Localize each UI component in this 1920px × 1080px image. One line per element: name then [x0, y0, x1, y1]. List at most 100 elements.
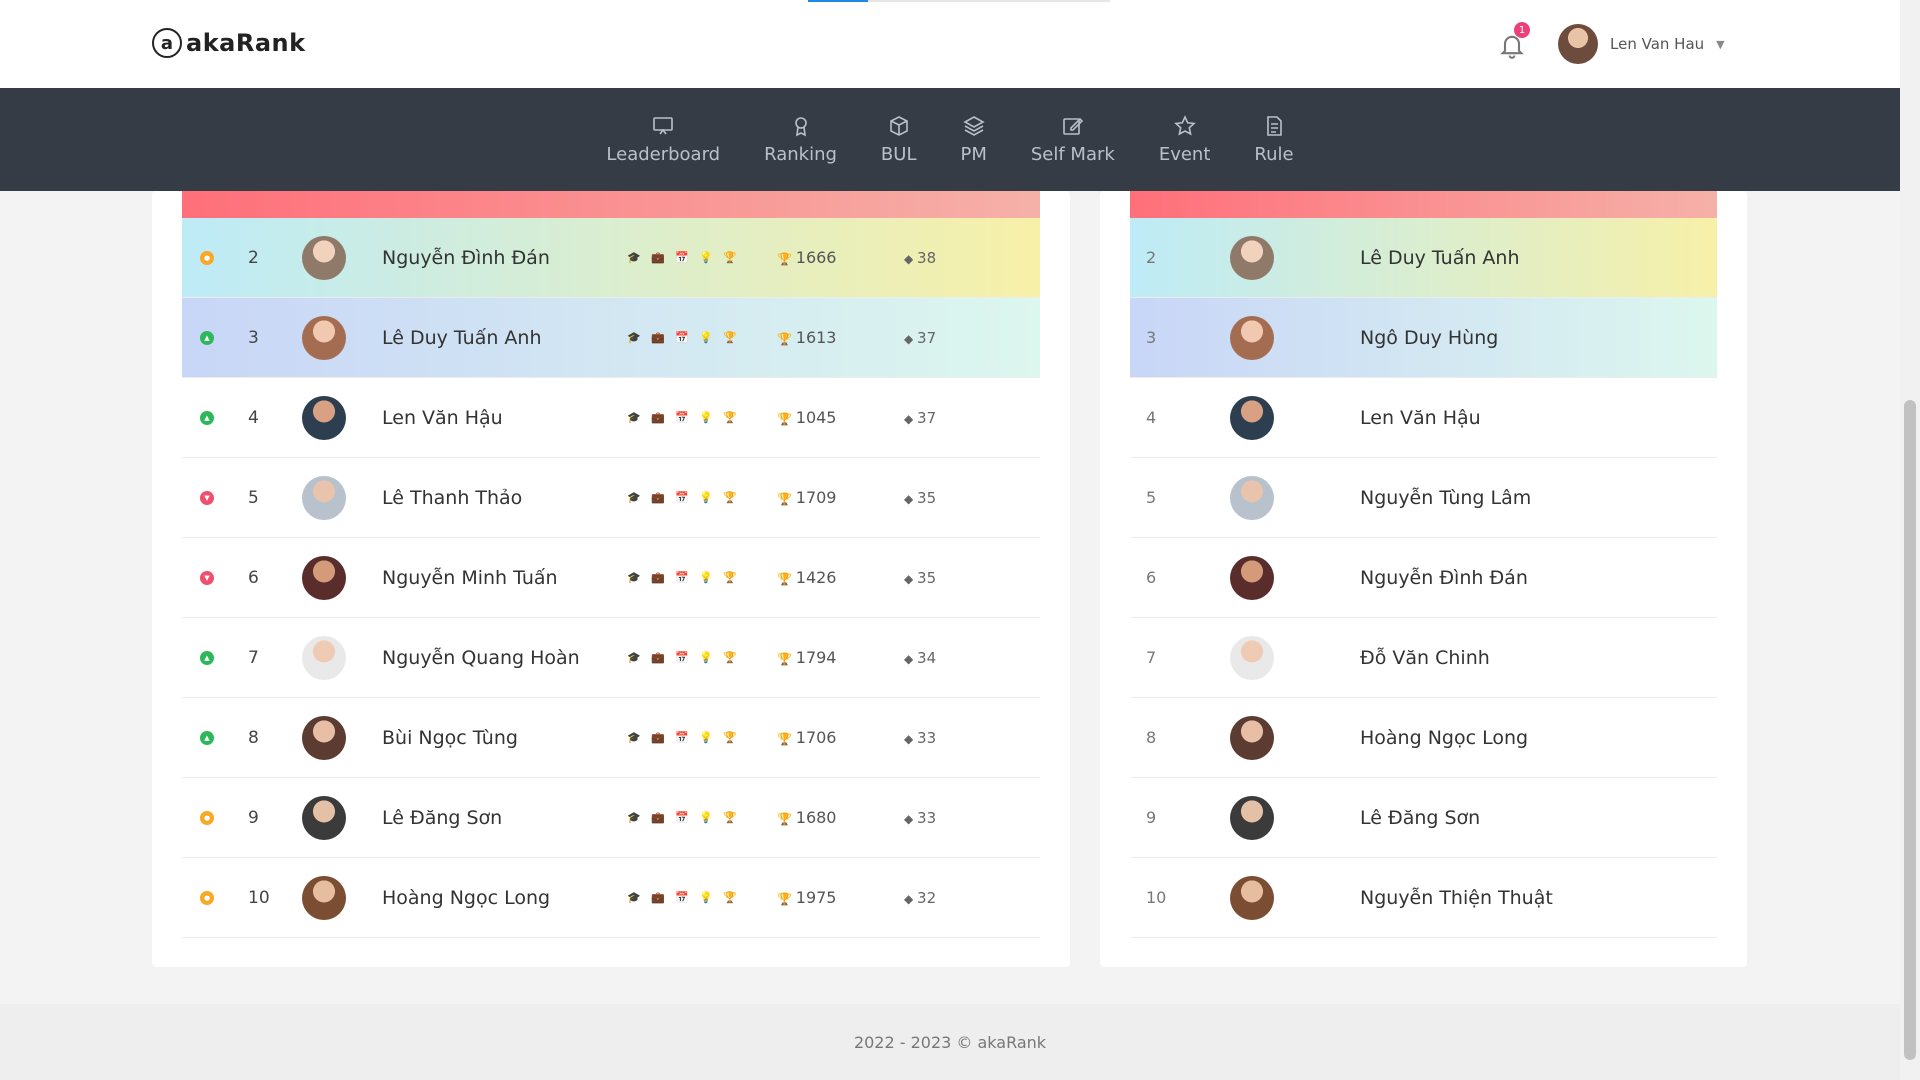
- table-row[interactable]: 6 Nguyễn Đình Đán: [1130, 538, 1717, 618]
- table-row[interactable]: 9 Lê Đăng Sơn: [1130, 778, 1717, 858]
- table-row[interactable]: 5 Nguyễn Tùng Lâm: [1130, 458, 1717, 538]
- table-row[interactable]: ● 10 Hoàng Ngọc Long 🎓 💼 📅 💡 🏆 🏆 1975 ◆ 32: [182, 858, 1040, 938]
- player-name[interactable]: Hoàng Ngọc Long: [1360, 727, 1528, 749]
- notification-bell-icon[interactable]: 1: [1498, 22, 1530, 60]
- avatar[interactable]: [1230, 715, 1274, 760]
- trophy-icon: 🏆: [723, 651, 737, 664]
- trophy-icon: 🏆: [777, 572, 796, 586]
- gems-number: 33: [917, 808, 937, 827]
- avatar[interactable]: [302, 395, 346, 440]
- table-row[interactable]: ▼ 5 Lê Thanh Thảo 🎓 💼 📅 💡 🏆 🏆 1709 ◆ 35: [182, 458, 1040, 538]
- table-row[interactable]: ▲ 3 Lê Duy Tuấn Anh 🎓 💼 📅 💡 🏆 🏆 1613 ◆ 37: [182, 298, 1040, 378]
- user-menu[interactable]: Len Van Hau ▼: [1558, 24, 1725, 64]
- rank-1-row-partial: [1130, 191, 1717, 218]
- trophy-icon: 🏆: [723, 491, 737, 504]
- player-name[interactable]: Bùi Ngọc Tùng: [382, 727, 518, 749]
- trend-neutral-icon: ●: [200, 810, 214, 825]
- avatar[interactable]: [302, 315, 346, 360]
- nav-self-mark[interactable]: Self Mark: [1009, 114, 1137, 165]
- avatar[interactable]: [1230, 315, 1274, 360]
- avatar[interactable]: [302, 235, 346, 280]
- table-row[interactable]: ▼ 6 Nguyễn Minh Tuấn 🎓 💼 📅 💡 🏆 🏆 1426 ◆ 35: [182, 538, 1040, 618]
- monitor-icon: [653, 117, 674, 135]
- badge-list: 🎓 💼 📅 💡 🏆: [624, 568, 740, 588]
- rank-number: 10: [248, 887, 270, 908]
- player-name[interactable]: Ngô Duy Hùng: [1360, 327, 1498, 349]
- player-name[interactable]: Lê Thanh Thảo: [382, 487, 522, 509]
- rank-number: 2: [248, 247, 259, 268]
- calendar-icon: 📅: [675, 331, 689, 344]
- table-row[interactable]: ▲ 4 Len Văn Hậu 🎓 💼 📅 💡 🏆 🏆 1045 ◆ 37: [182, 378, 1040, 458]
- briefcase-icon: 💼: [651, 251, 665, 264]
- briefcase-icon: 💼: [651, 811, 665, 824]
- table-row[interactable]: 4 Len Văn Hậu: [1130, 378, 1717, 458]
- gems-number: 38: [917, 248, 937, 267]
- player-name[interactable]: Lê Duy Tuấn Anh: [382, 327, 542, 349]
- graduation-cap-icon: 🎓: [627, 651, 641, 664]
- nav-pm[interactable]: PM: [938, 114, 1008, 165]
- points-value: 🏆 1613: [777, 328, 836, 347]
- nav-leaderboard[interactable]: Leaderboard: [584, 114, 742, 165]
- avatar[interactable]: [1230, 475, 1274, 520]
- points-number: 1426: [795, 568, 837, 587]
- avatar[interactable]: [1230, 875, 1274, 920]
- table-row[interactable]: 10 Nguyễn Thiện Thuật: [1130, 858, 1717, 938]
- points-number: 1666: [795, 248, 837, 267]
- user-name: Len Van Hau: [1610, 35, 1705, 53]
- nav-ranking[interactable]: Ranking: [742, 114, 859, 165]
- player-name[interactable]: Hoàng Ngọc Long: [382, 887, 550, 909]
- avatar[interactable]: [1230, 555, 1274, 600]
- page-scrollbar[interactable]: [1900, 0, 1920, 1080]
- player-name[interactable]: Nguyễn Đình Đán: [1360, 567, 1528, 589]
- player-name[interactable]: Nguyễn Thiện Thuật: [1360, 887, 1553, 909]
- player-name[interactable]: Nguyễn Quang Hoàn: [382, 647, 580, 669]
- player-name[interactable]: Lê Duy Tuấn Anh: [1360, 247, 1520, 269]
- rank-number: 5: [1146, 488, 1157, 507]
- calendar-icon: 📅: [675, 411, 689, 424]
- table-row[interactable]: 3 Ngô Duy Hùng: [1130, 298, 1717, 378]
- avatar[interactable]: [302, 795, 346, 840]
- rank-number: 9: [248, 807, 259, 828]
- avatar[interactable]: [302, 715, 346, 760]
- box-icon: [889, 116, 908, 136]
- scrollbar-thumb[interactable]: [1904, 400, 1916, 1060]
- player-name[interactable]: Len Văn Hậu: [1360, 407, 1481, 429]
- avatar[interactable]: [1230, 795, 1274, 840]
- avatar[interactable]: [302, 875, 346, 920]
- avatar[interactable]: [1230, 635, 1274, 680]
- player-name[interactable]: Lê Đăng Sơn: [382, 807, 502, 829]
- gems-number: 35: [917, 488, 937, 507]
- table-row[interactable]: 8 Hoàng Ngọc Long: [1130, 698, 1717, 778]
- rank-number: 2: [1146, 248, 1157, 267]
- table-row[interactable]: ● 9 Lê Đăng Sơn 🎓 💼 📅 💡 🏆 🏆 1680 ◆ 33: [182, 778, 1040, 858]
- player-name[interactable]: Nguyễn Đình Đán: [382, 247, 550, 269]
- player-name[interactable]: Đỗ Văn Chinh: [1360, 647, 1490, 669]
- rank-number: 9: [1146, 808, 1157, 827]
- table-row[interactable]: ▲ 8 Bùi Ngọc Tùng 🎓 💼 📅 💡 🏆 🏆 1706 ◆ 33: [182, 698, 1040, 778]
- badge-list: 🎓 💼 📅 💡 🏆: [624, 488, 740, 508]
- gems-value: ◆ 35: [904, 489, 936, 507]
- avatar[interactable]: [302, 635, 346, 680]
- player-name[interactable]: Lê Đăng Sơn: [1360, 807, 1480, 829]
- nav-rule[interactable]: Rule: [1232, 114, 1315, 165]
- points-value: 🏆 1045: [777, 408, 836, 427]
- player-name[interactable]: Len Văn Hậu: [382, 407, 503, 429]
- points-value: 🏆 1794: [777, 648, 836, 667]
- nav-bul[interactable]: BUL: [859, 114, 939, 165]
- nav-label: Ranking: [764, 144, 837, 165]
- trophy-icon: 🏆: [723, 811, 737, 824]
- edit-icon: [1063, 117, 1083, 135]
- player-name[interactable]: Nguyễn Minh Tuấn: [382, 567, 558, 589]
- avatar[interactable]: [302, 475, 346, 520]
- avatar[interactable]: [1230, 395, 1274, 440]
- briefcase-icon: 💼: [651, 331, 665, 344]
- logo[interactable]: a akaRank: [152, 28, 306, 58]
- table-row[interactable]: ▲ 7 Nguyễn Quang Hoàn 🎓 💼 📅 💡 🏆 🏆 1794 ◆ 34: [182, 618, 1040, 698]
- nav-event[interactable]: Event: [1137, 114, 1233, 165]
- avatar[interactable]: [1230, 235, 1274, 280]
- table-row[interactable]: 2 Lê Duy Tuấn Anh: [1130, 218, 1717, 298]
- player-name[interactable]: Nguyễn Tùng Lâm: [1360, 487, 1531, 509]
- table-row[interactable]: ● 2 Nguyễn Đình Đán 🎓 💼 📅 💡 🏆 🏆 1666 ◆ 38: [182, 218, 1040, 298]
- avatar[interactable]: [302, 555, 346, 600]
- table-row[interactable]: 7 Đỗ Văn Chinh: [1130, 618, 1717, 698]
